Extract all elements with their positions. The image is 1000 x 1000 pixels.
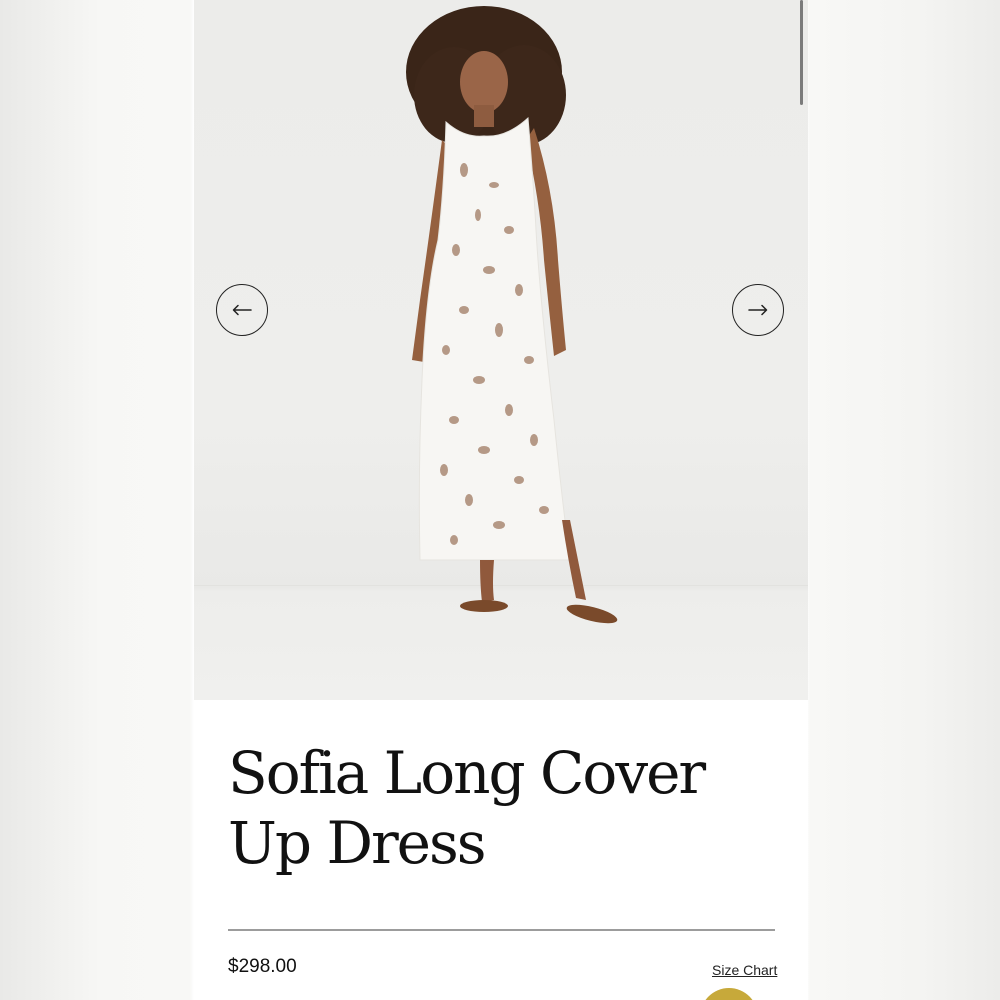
product-image-gallery[interactable] xyxy=(194,0,808,700)
product-price: $298.00 xyxy=(228,956,297,977)
product-title: Sofia Long Cover Up Dress xyxy=(228,739,706,877)
color-swatch[interactable] xyxy=(700,988,758,1000)
size-chart-link[interactable]: Size Chart xyxy=(712,962,777,978)
product-page: Sofia Long Cover Up Dress $298.00 Size C… xyxy=(194,0,808,1000)
product-photo xyxy=(406,6,618,624)
arrow-left-icon xyxy=(232,304,252,316)
arrow-right-icon xyxy=(748,304,768,316)
scrollbar[interactable] xyxy=(800,0,803,105)
next-image-button[interactable] xyxy=(732,284,784,336)
divider xyxy=(228,929,775,931)
previous-image-button[interactable] xyxy=(216,284,268,336)
